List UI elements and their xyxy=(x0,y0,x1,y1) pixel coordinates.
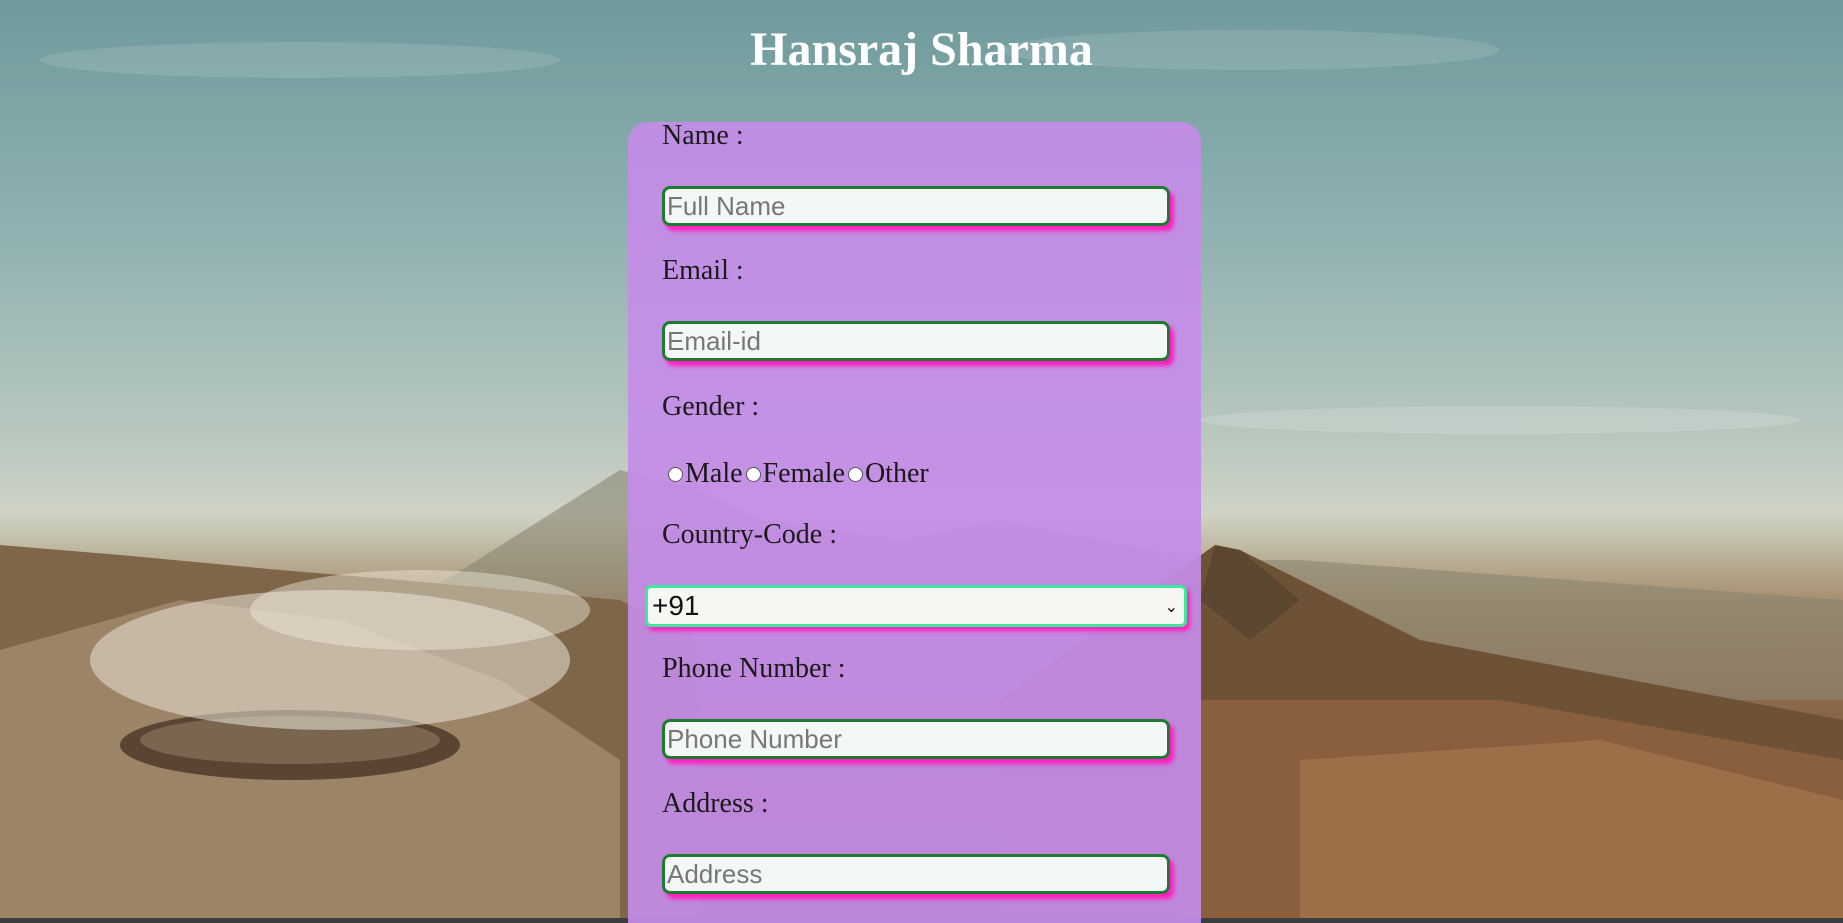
gender-option-male[interactable]: Male xyxy=(668,458,743,490)
gender-label: Gender : xyxy=(662,391,760,422)
email-label: Email : xyxy=(662,255,744,286)
name-label: Name : xyxy=(662,120,744,151)
other-label: Other xyxy=(864,458,929,489)
other-radio[interactable] xyxy=(847,466,863,482)
email-input[interactable] xyxy=(662,321,1170,361)
phone-input[interactable] xyxy=(662,719,1170,759)
gender-radio-group: Male Female Other xyxy=(668,458,932,490)
country-code-select[interactable]: +91 ⌄ xyxy=(645,585,1187,627)
chevron-down-icon: ⌄ xyxy=(1164,596,1178,616)
male-label: Male xyxy=(685,458,743,489)
female-label: Female xyxy=(762,458,845,489)
female-radio[interactable] xyxy=(745,466,761,482)
country-code-value: +91 xyxy=(652,590,700,621)
gender-option-female[interactable]: Female xyxy=(745,458,845,490)
male-radio[interactable] xyxy=(668,466,683,482)
gender-option-other[interactable]: Other xyxy=(847,458,929,490)
address-input[interactable] xyxy=(662,854,1170,894)
registration-form: Name : Email : Gender : Male Female Othe… xyxy=(628,120,1201,923)
name-input[interactable] xyxy=(662,186,1170,226)
address-label: Address : xyxy=(662,788,769,819)
phone-label: Phone Number : xyxy=(662,653,846,684)
country-code-label: Country-Code : xyxy=(662,519,837,550)
page-title: Hansraj Sharma xyxy=(750,23,1093,76)
